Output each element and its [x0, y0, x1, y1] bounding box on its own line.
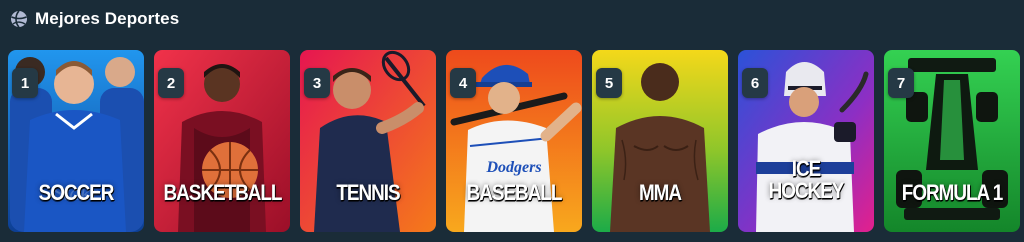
rank-badge: 3	[304, 68, 330, 98]
sport-label: BASKETBALL	[163, 180, 283, 205]
sport-label: ICE HOCKEY	[768, 156, 845, 203]
svg-text:Dodgers: Dodgers	[485, 159, 541, 176]
sport-card-basketball[interactable]: 2 BASKETBALL	[154, 50, 290, 232]
rank-badge: 5	[596, 68, 622, 98]
sport-card-soccer[interactable]: Stake 1 SOCCER	[8, 50, 144, 232]
sport-label: BASEBALL	[466, 180, 563, 205]
rank-badge: 2	[158, 68, 184, 98]
section-title: Mejores Deportes	[35, 9, 180, 28]
sport-card-ice-hockey[interactable]: 6 ICE HOCKEY	[738, 50, 874, 232]
sport-label: SOCCER	[38, 180, 115, 205]
sport-card-formula-1[interactable]: 7 FORMULA 1	[884, 50, 1020, 232]
rank-badge: 4	[450, 68, 476, 98]
rank-badge: 6	[742, 68, 768, 98]
sports-carousel: Stake 1 SOCCER 2 BASKETBALL 3 TENNIS Dod…	[8, 50, 1020, 232]
section-header: Mejores Deportes	[10, 8, 179, 30]
sports-ball-icon	[10, 10, 28, 28]
sport-label: TENNIS	[336, 180, 400, 205]
sport-card-tennis[interactable]: 3 TENNIS	[300, 50, 436, 232]
rank-badge: 7	[888, 68, 914, 98]
sport-card-mma[interactable]: 5 MMA	[592, 50, 728, 232]
rank-badge: 1	[12, 68, 38, 98]
sport-label: MMA	[638, 180, 682, 205]
sport-label: FORMULA 1	[901, 180, 1003, 205]
sport-card-baseball[interactable]: Dodgers 4 BASEBALL	[446, 50, 582, 232]
